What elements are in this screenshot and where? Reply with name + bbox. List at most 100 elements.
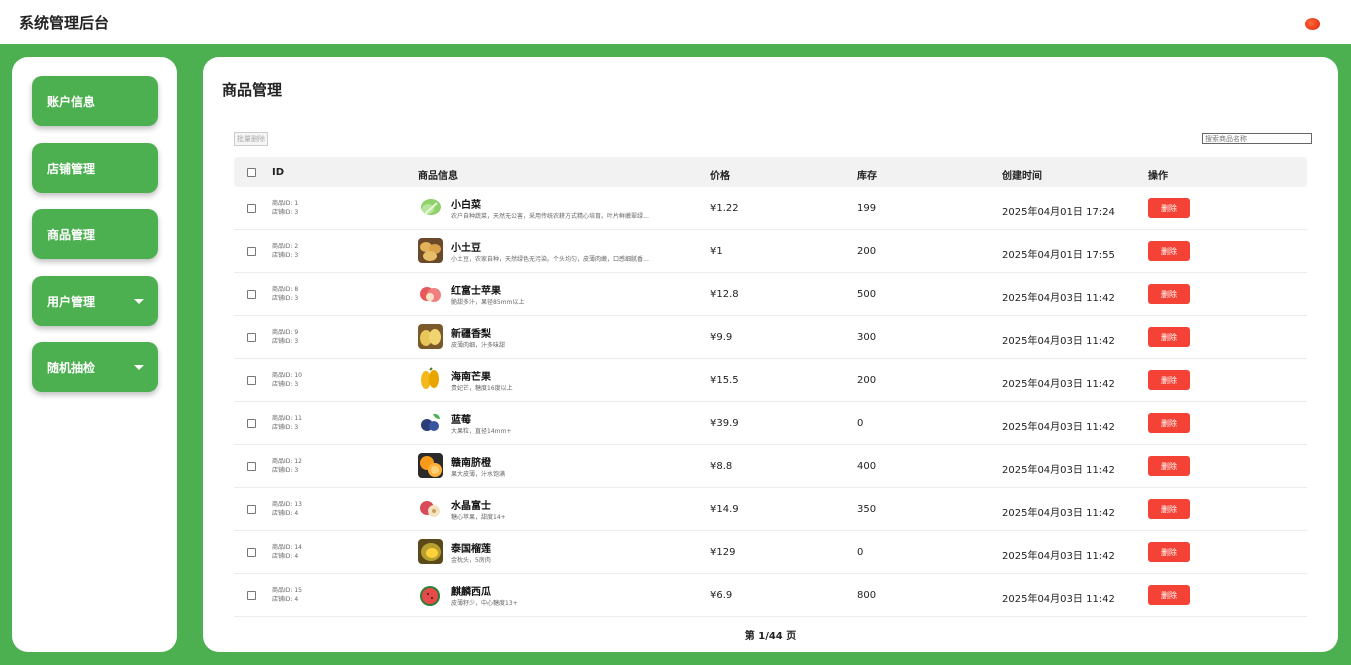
delete-button[interactable]: 删除 bbox=[1148, 585, 1190, 605]
main-panel: 商品管理 批量删除 ID 商品信息 价格 库存 创建时间 操作 商品ID: 1 店… bbox=[203, 57, 1338, 652]
sidebar-item-label: 账户信息 bbox=[47, 94, 96, 109]
delete-button[interactable]: 删除 bbox=[1148, 327, 1190, 347]
id-cell: 商品ID: 14 店铺ID: 4 bbox=[272, 543, 302, 561]
delete-button[interactable]: 删除 bbox=[1148, 456, 1190, 476]
product-stock: 400 bbox=[857, 461, 877, 472]
delete-button[interactable]: 删除 bbox=[1148, 284, 1190, 304]
table-row: 商品ID: 8 店铺ID: 3 红富士苹果 脆甜多汁，果径85mm以上 ¥12.8 500… bbox=[234, 273, 1307, 316]
row-checkbox[interactable] bbox=[247, 333, 256, 342]
delete-button[interactable]: 删除 bbox=[1148, 370, 1190, 390]
shop-id: 店铺ID: 3 bbox=[272, 252, 299, 259]
product-id: 商品ID: 13 bbox=[272, 501, 302, 508]
product-name: 小土豆 bbox=[451, 243, 481, 254]
product-thumbnail bbox=[418, 539, 443, 564]
product-stock: 500 bbox=[857, 289, 877, 300]
product-name: 赣南脐橙 bbox=[451, 458, 491, 469]
product-name: 泰国榴莲 bbox=[451, 544, 491, 555]
id-cell: 商品ID: 1 店铺ID: 3 bbox=[272, 199, 298, 217]
row-checkbox[interactable] bbox=[247, 204, 256, 213]
product-created-time: 2025年04月03日 11:42 bbox=[1002, 379, 1115, 390]
product-price: ¥12.8 bbox=[710, 289, 739, 300]
product-thumbnail bbox=[418, 453, 443, 478]
shop-id: 店铺ID: 4 bbox=[272, 596, 299, 603]
product-created-time: 2025年04月03日 11:42 bbox=[1002, 422, 1115, 433]
sidebar-item-random-inspection[interactable]: 随机抽检 bbox=[32, 342, 158, 392]
shop-id: 店铺ID: 3 bbox=[272, 467, 299, 474]
select-all-checkbox[interactable] bbox=[247, 168, 256, 177]
product-table: ID 商品信息 价格 库存 创建时间 操作 商品ID: 1 店铺ID: 3 小白菜农… bbox=[234, 157, 1307, 617]
product-stock: 199 bbox=[857, 203, 877, 214]
delete-button[interactable]: 删除 bbox=[1148, 499, 1190, 519]
shop-id: 店铺ID: 4 bbox=[272, 510, 299, 517]
row-checkbox[interactable] bbox=[247, 247, 256, 256]
sidebar-item-product-management[interactable]: 商品管理 bbox=[32, 209, 158, 259]
id-cell: 商品ID: 9 店铺ID: 3 bbox=[272, 328, 298, 346]
row-checkbox[interactable] bbox=[247, 548, 256, 557]
delete-button[interactable]: 删除 bbox=[1148, 198, 1190, 218]
shop-id: 店铺ID: 3 bbox=[272, 381, 299, 388]
product-created-time: 2025年04月01日 17:24 bbox=[1002, 207, 1115, 218]
id-cell: 商品ID: 2 店铺ID: 3 bbox=[272, 242, 298, 260]
table-row: 商品ID: 9 店铺ID: 3 新疆香梨 皮薄肉细，汁多味甜 ¥9.9 300 2025年0… bbox=[234, 316, 1307, 359]
table-body: 商品ID: 1 店铺ID: 3 小白菜农户自种蔬菜，天然无公害，采用传统农耕方式精心… bbox=[234, 187, 1307, 617]
product-name: 小白菜 bbox=[451, 200, 481, 211]
product-description: 金枕头，5房肉 bbox=[451, 557, 491, 564]
product-name: 麒麟西瓜 bbox=[451, 587, 491, 598]
sidebar-item-account-info[interactable]: 账户信息 bbox=[32, 76, 158, 126]
column-header-price: 价格 bbox=[710, 171, 730, 182]
top-bar: 系统管理后台 bbox=[0, 0, 1351, 44]
sidebar-item-shop-management[interactable]: 店铺管理 bbox=[32, 143, 158, 193]
row-checkbox[interactable] bbox=[247, 591, 256, 600]
table-row: 商品ID: 1 店铺ID: 3 小白菜农户自种蔬菜，天然无公害，采用传统农耕方式精心… bbox=[234, 187, 1307, 230]
row-checkbox[interactable] bbox=[247, 462, 256, 471]
product-id: 商品ID: 9 bbox=[272, 329, 299, 336]
product-stock: 350 bbox=[857, 504, 877, 515]
product-stock: 800 bbox=[857, 590, 877, 601]
chevron-down-icon bbox=[134, 298, 144, 304]
column-header-stock: 库存 bbox=[857, 171, 877, 182]
row-checkbox[interactable] bbox=[247, 419, 256, 428]
product-id: 商品ID: 12 bbox=[272, 458, 302, 465]
product-name: 蓝莓 bbox=[451, 415, 471, 426]
product-price: ¥15.5 bbox=[710, 375, 739, 386]
sidebar: 账户信息 店铺管理 商品管理 用户管理 随机抽检 bbox=[12, 57, 177, 652]
row-checkbox[interactable] bbox=[247, 505, 256, 514]
product-price: ¥6.9 bbox=[710, 590, 733, 601]
product-description: 皮薄肉细，汁多味甜 bbox=[451, 342, 506, 349]
delete-button[interactable]: 删除 bbox=[1148, 542, 1190, 562]
pagination-label: 第 1/44 页 bbox=[744, 631, 797, 642]
product-created-time: 2025年04月03日 11:42 bbox=[1002, 551, 1115, 562]
shop-id: 店铺ID: 3 bbox=[272, 209, 299, 216]
sidebar-item-label: 商品管理 bbox=[47, 227, 96, 242]
column-header-created-time: 创建时间 bbox=[1002, 171, 1042, 182]
row-checkbox[interactable] bbox=[247, 376, 256, 385]
product-description: 小土豆，农家自种，天然绿色无污染。个头均匀，皮薄肉嫩，口感细腻香… bbox=[451, 256, 650, 263]
row-checkbox[interactable] bbox=[247, 290, 256, 299]
product-name: 新疆香梨 bbox=[451, 329, 491, 340]
product-created-time: 2025年04月03日 11:42 bbox=[1002, 465, 1115, 476]
column-header-product-info: 商品信息 bbox=[418, 171, 458, 182]
product-thumbnail bbox=[418, 496, 443, 521]
delete-button[interactable]: 删除 bbox=[1148, 413, 1190, 433]
product-id: 商品ID: 10 bbox=[272, 372, 302, 379]
sidebar-item-user-management[interactable]: 用户管理 bbox=[32, 276, 158, 326]
product-id: 商品ID: 1 bbox=[272, 200, 299, 207]
batch-delete-button[interactable]: 批量删除 bbox=[234, 132, 268, 146]
table-row: 商品ID: 15 店铺ID: 4 麒麟西瓜 皮薄籽少，中心糖度13+ ¥6.9 800 20… bbox=[234, 574, 1307, 617]
product-price: ¥39.9 bbox=[710, 418, 739, 429]
product-name: 水晶富士 bbox=[451, 501, 491, 512]
product-description: 农户自种蔬菜，天然无公害，采用传统农耕方式精心培育。叶片鲜嫩翠绿… bbox=[451, 213, 650, 220]
user-avatar-icon[interactable] bbox=[1305, 18, 1320, 30]
shop-id: 店铺ID: 3 bbox=[272, 295, 299, 302]
product-description: 皮薄籽少，中心糖度13+ bbox=[451, 600, 518, 607]
product-stock: 0 bbox=[857, 547, 864, 558]
search-input[interactable] bbox=[1202, 133, 1312, 144]
delete-button[interactable]: 删除 bbox=[1148, 241, 1190, 261]
product-thumbnail bbox=[418, 324, 443, 349]
id-cell: 商品ID: 13 店铺ID: 4 bbox=[272, 500, 302, 518]
id-cell: 商品ID: 8 店铺ID: 3 bbox=[272, 285, 298, 303]
table-row: 商品ID: 13 店铺ID: 4 水晶富士 糖心苹果，甜度14+ ¥14.9 350 202… bbox=[234, 488, 1307, 531]
sidebar-item-label: 用户管理 bbox=[47, 294, 96, 309]
product-price: ¥129 bbox=[710, 547, 736, 558]
shop-id: 店铺ID: 4 bbox=[272, 553, 299, 560]
